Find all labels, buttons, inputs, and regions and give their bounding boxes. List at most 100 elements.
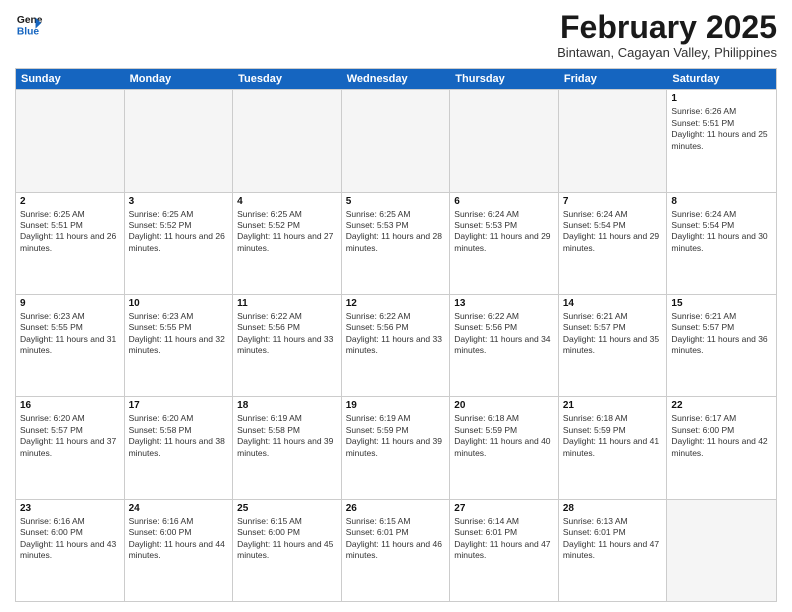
location: Bintawan, Cagayan Valley, Philippines <box>557 45 777 60</box>
week-row: 23 Sunrise: 6:16 AM Sunset: 6:00 PM Dayli… <box>16 499 776 601</box>
day-cell: 27 Sunrise: 6:14 AM Sunset: 6:01 PM Dayli… <box>450 500 559 601</box>
header: General Blue February 2025 Bintawan, Cag… <box>15 10 777 60</box>
day-cell: 20 Sunrise: 6:18 AM Sunset: 5:59 PM Dayli… <box>450 397 559 498</box>
day-number: 8 <box>671 196 772 207</box>
day-number: 6 <box>454 196 554 207</box>
day-info: Sunrise: 6:17 AM Sunset: 6:00 PM Dayligh… <box>671 413 772 459</box>
week-row: 16Sunrise: 6:20 AM Sunset: 5:57 PM Dayli… <box>16 396 776 498</box>
day-info: Sunrise: 6:22 AM Sunset: 5:56 PM Dayligh… <box>346 311 446 357</box>
day-info: Sunrise: 6:16 AM Sunset: 6:00 PM Dayligh… <box>20 516 120 562</box>
day-info: Sunrise: 6:13 AM Sunset: 6:01 PM Dayligh… <box>563 516 663 562</box>
day-cell <box>667 500 776 601</box>
day-header: Sunday <box>16 69 125 89</box>
day-number: 4 <box>237 196 337 207</box>
day-number: 22 <box>671 400 772 411</box>
day-header: Saturday <box>667 69 776 89</box>
day-number: 1 <box>671 93 772 104</box>
day-cell <box>342 90 451 191</box>
day-cell <box>16 90 125 191</box>
day-number: 3 <box>129 196 229 207</box>
day-info: Sunrise: 6:24 AM Sunset: 5:54 PM Dayligh… <box>671 209 772 255</box>
day-cell: 11 Sunrise: 6:22 AM Sunset: 5:56 PM Dayli… <box>233 295 342 396</box>
day-cell: 8 Sunrise: 6:24 AM Sunset: 5:54 PM Daylig… <box>667 193 776 294</box>
day-info: Sunrise: 6:25 AM Sunset: 5:52 PM Dayligh… <box>129 209 229 255</box>
day-number: 11 <box>237 298 337 309</box>
day-number: 14 <box>563 298 663 309</box>
day-cell: 6 Sunrise: 6:24 AM Sunset: 5:53 PM Daylig… <box>450 193 559 294</box>
day-cell: 13 Sunrise: 6:22 AM Sunset: 5:56 PM Dayli… <box>450 295 559 396</box>
day-info: Sunrise: 6:22 AM Sunset: 5:56 PM Dayligh… <box>237 311 337 357</box>
day-info: Sunrise: 6:25 AM Sunset: 5:53 PM Dayligh… <box>346 209 446 255</box>
day-number: 20 <box>454 400 554 411</box>
day-info: Sunrise: 6:20 AM Sunset: 5:58 PM Dayligh… <box>129 413 229 459</box>
day-cell: 21 Sunrise: 6:18 AM Sunset: 5:59 PM Dayli… <box>559 397 668 498</box>
day-number: 13 <box>454 298 554 309</box>
day-cell: 7 Sunrise: 6:24 AM Sunset: 5:54 PM Daylig… <box>559 193 668 294</box>
day-cell: 4 Sunrise: 6:25 AM Sunset: 5:52 PM Daylig… <box>233 193 342 294</box>
day-cell: 1 Sunrise: 6:26 AM Sunset: 5:51 PM Daylig… <box>667 90 776 191</box>
week-row: 2Sunrise: 6:25 AM Sunset: 5:51 PM Daylig… <box>16 192 776 294</box>
day-info: Sunrise: 6:15 AM Sunset: 6:00 PM Dayligh… <box>237 516 337 562</box>
day-cell: 24 Sunrise: 6:16 AM Sunset: 6:00 PM Dayli… <box>125 500 234 601</box>
week-row: 1 Sunrise: 6:26 AM Sunset: 5:51 PM Daylig… <box>16 89 776 191</box>
day-cell: 19Sunrise: 6:19 AM Sunset: 5:59 PM Dayli… <box>342 397 451 498</box>
day-info: Sunrise: 6:24 AM Sunset: 5:54 PM Dayligh… <box>563 209 663 255</box>
day-number: 27 <box>454 503 554 514</box>
day-number: 25 <box>237 503 337 514</box>
day-header: Thursday <box>450 69 559 89</box>
week-row: 9 Sunrise: 6:23 AM Sunset: 5:55 PM Daylig… <box>16 294 776 396</box>
day-info: Sunrise: 6:20 AM Sunset: 5:57 PM Dayligh… <box>20 413 120 459</box>
day-number: 28 <box>563 503 663 514</box>
day-info: Sunrise: 6:23 AM Sunset: 5:55 PM Dayligh… <box>20 311 120 357</box>
day-header: Monday <box>125 69 234 89</box>
day-info: Sunrise: 6:23 AM Sunset: 5:55 PM Dayligh… <box>129 311 229 357</box>
day-number: 21 <box>563 400 663 411</box>
day-header: Friday <box>559 69 668 89</box>
day-cell: 10Sunrise: 6:23 AM Sunset: 5:55 PM Dayli… <box>125 295 234 396</box>
day-number: 23 <box>20 503 120 514</box>
logo-icon: General Blue <box>15 10 43 38</box>
day-info: Sunrise: 6:26 AM Sunset: 5:51 PM Dayligh… <box>671 106 772 152</box>
day-headers: SundayMondayTuesdayWednesdayThursdayFrid… <box>16 69 776 89</box>
day-number: 9 <box>20 298 120 309</box>
day-info: Sunrise: 6:21 AM Sunset: 5:57 PM Dayligh… <box>563 311 663 357</box>
day-info: Sunrise: 6:14 AM Sunset: 6:01 PM Dayligh… <box>454 516 554 562</box>
day-number: 5 <box>346 196 446 207</box>
day-cell: 2Sunrise: 6:25 AM Sunset: 5:51 PM Daylig… <box>16 193 125 294</box>
day-cell: 3 Sunrise: 6:25 AM Sunset: 5:52 PM Daylig… <box>125 193 234 294</box>
day-cell: 5 Sunrise: 6:25 AM Sunset: 5:53 PM Daylig… <box>342 193 451 294</box>
day-cell: 23 Sunrise: 6:16 AM Sunset: 6:00 PM Dayli… <box>16 500 125 601</box>
day-number: 17 <box>129 400 229 411</box>
day-info: Sunrise: 6:24 AM Sunset: 5:53 PM Dayligh… <box>454 209 554 255</box>
day-number: 7 <box>563 196 663 207</box>
day-cell: 22 Sunrise: 6:17 AM Sunset: 6:00 PM Dayli… <box>667 397 776 498</box>
calendar-page: General Blue February 2025 Bintawan, Cag… <box>0 0 792 612</box>
day-info: Sunrise: 6:19 AM Sunset: 5:58 PM Dayligh… <box>237 413 337 459</box>
day-cell: 12 Sunrise: 6:22 AM Sunset: 5:56 PM Dayli… <box>342 295 451 396</box>
day-number: 15 <box>671 298 772 309</box>
weeks: 1 Sunrise: 6:26 AM Sunset: 5:51 PM Daylig… <box>16 89 776 601</box>
calendar: SundayMondayTuesdayWednesdayThursdayFrid… <box>15 68 777 602</box>
day-info: Sunrise: 6:21 AM Sunset: 5:57 PM Dayligh… <box>671 311 772 357</box>
day-cell <box>233 90 342 191</box>
title-block: February 2025 Bintawan, Cagayan Valley, … <box>557 10 777 60</box>
day-cell: 9 Sunrise: 6:23 AM Sunset: 5:55 PM Daylig… <box>16 295 125 396</box>
day-number: 26 <box>346 503 446 514</box>
day-cell: 25 Sunrise: 6:15 AM Sunset: 6:00 PM Dayli… <box>233 500 342 601</box>
day-cell: 14 Sunrise: 6:21 AM Sunset: 5:57 PM Dayli… <box>559 295 668 396</box>
day-cell: 16Sunrise: 6:20 AM Sunset: 5:57 PM Dayli… <box>16 397 125 498</box>
day-info: Sunrise: 6:16 AM Sunset: 6:00 PM Dayligh… <box>129 516 229 562</box>
day-info: Sunrise: 6:25 AM Sunset: 5:51 PM Dayligh… <box>20 209 120 255</box>
day-number: 18 <box>237 400 337 411</box>
day-number: 19 <box>346 400 446 411</box>
month-title: February 2025 <box>557 10 777 45</box>
day-number: 12 <box>346 298 446 309</box>
day-info: Sunrise: 6:18 AM Sunset: 5:59 PM Dayligh… <box>563 413 663 459</box>
day-number: 24 <box>129 503 229 514</box>
day-info: Sunrise: 6:25 AM Sunset: 5:52 PM Dayligh… <box>237 209 337 255</box>
day-info: Sunrise: 6:15 AM Sunset: 6:01 PM Dayligh… <box>346 516 446 562</box>
day-info: Sunrise: 6:18 AM Sunset: 5:59 PM Dayligh… <box>454 413 554 459</box>
day-cell: 17 Sunrise: 6:20 AM Sunset: 5:58 PM Dayli… <box>125 397 234 498</box>
day-info: Sunrise: 6:22 AM Sunset: 5:56 PM Dayligh… <box>454 311 554 357</box>
day-cell <box>559 90 668 191</box>
